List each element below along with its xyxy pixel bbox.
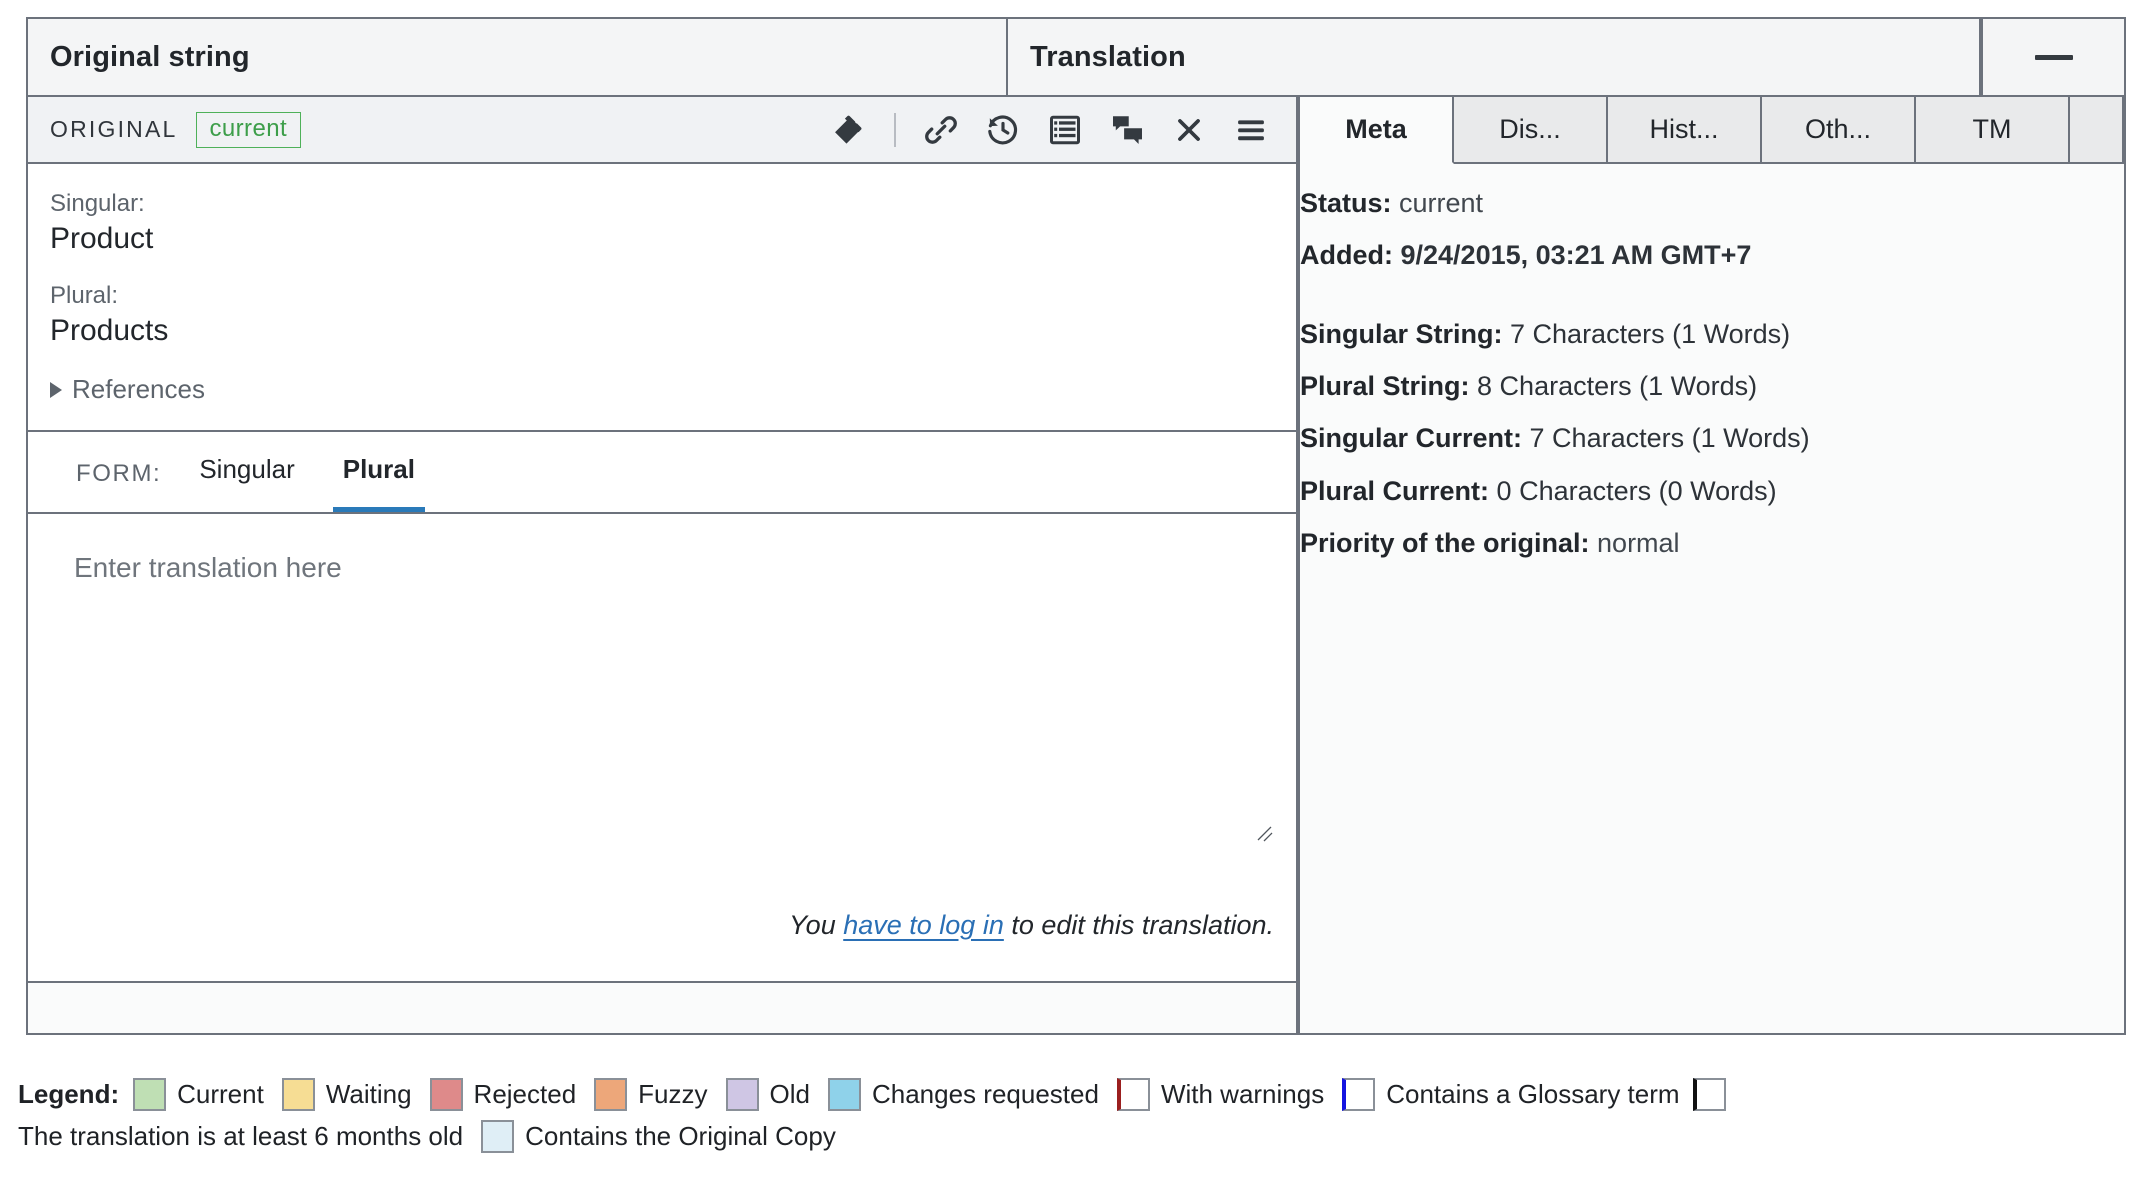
chevron-right-icon: [50, 381, 62, 398]
translation-editor[interactable]: Enter translation here You have to log i…: [28, 514, 1296, 983]
legend-swatch-rejected: [429, 1078, 463, 1111]
meta-key-status: Status:: [1300, 188, 1392, 218]
comments-icon[interactable]: [1096, 102, 1158, 158]
translation-editor-screen: Original string Translation ORIGINAL cur…: [0, 0, 2152, 1182]
minimize-icon: [2034, 54, 2073, 60]
original-string-panel: ORIGINAL current Singular: Product Plura…: [26, 97, 1298, 1035]
meta-key-plural-string: Plural String:: [1300, 370, 1470, 401]
singular-label: Singular:: [50, 190, 145, 217]
references-label: References: [72, 374, 205, 404]
meta-panel: Meta Dis... Hist... Oth... TM Status: cu…: [1298, 97, 2126, 1035]
meta-row-plural-string: Plural String: 8 Characters (1 Words): [1300, 367, 2124, 405]
meta-row-singular-string: Singular String: 7 Characters (1 Words): [1300, 315, 2124, 353]
minimize-button[interactable]: [1981, 17, 2126, 97]
meta-key-singular-string: Singular String:: [1300, 318, 1503, 349]
meta-row-status: Status: current: [1300, 184, 2124, 222]
panel-headers: Original string Translation: [26, 17, 2126, 97]
meta-key-plural-current: Plural Current:: [1300, 475, 1490, 506]
legend: Legend: Current Waiting Rejected Fuzzy O…: [18, 1078, 2138, 1153]
meta-value-singular-string: 7 Characters (1 Words): [1510, 318, 1791, 349]
plural-label: Plural:: [50, 282, 119, 309]
original-strings: Singular: Product Plural: Products Refer…: [28, 164, 1296, 432]
legend-label-with-warnings: With warnings: [1160, 1078, 1325, 1109]
translation-title: Translation: [1030, 40, 1186, 73]
translation-input-placeholder: Enter translation here: [74, 552, 342, 583]
status-badge: current: [195, 111, 302, 148]
legend-swatch-glossary-term: [1342, 1078, 1376, 1111]
login-required-note: You have to log in to edit this translat…: [789, 910, 1274, 941]
plural-value: Products: [50, 314, 169, 347]
meta-value-status: current: [1399, 188, 1484, 218]
legend-swatch-with-warnings: [1116, 1078, 1150, 1111]
tab-history[interactable]: Hist...: [1608, 97, 1762, 162]
tab-tm[interactable]: TM: [1916, 97, 2070, 162]
tab-meta[interactable]: Meta: [1300, 97, 1454, 164]
legend-label-old: Old: [769, 1078, 810, 1109]
meta-key-priority: Priority of the original:: [1300, 527, 1590, 558]
legend-label-six-months-old: The translation is at least 6 months old: [18, 1120, 464, 1151]
toolbar-icons: [818, 102, 1282, 158]
meta-content: Status: current Added: 9/24/2015, 03:21 …: [1300, 164, 2124, 576]
meta-row-singular-current: Singular Current: 7 Characters (1 Words): [1300, 419, 2124, 457]
legend-title: Legend:: [18, 1078, 120, 1109]
form-tab-singular[interactable]: Singular: [189, 454, 304, 512]
legend-swatch-original-copy: [481, 1120, 515, 1153]
close-icon[interactable]: [1158, 102, 1220, 158]
toolbar-divider: [894, 112, 896, 147]
original-string-header: Original string: [26, 17, 1008, 97]
legend-line-2: The translation is at least 6 months old…: [18, 1120, 2138, 1153]
meta-value-priority: normal: [1597, 527, 1680, 558]
legend-swatch-waiting: [281, 1078, 315, 1111]
history-icon[interactable]: [972, 102, 1034, 158]
meta-key-added: Added:: [1300, 240, 1393, 271]
legend-label-fuzzy: Fuzzy: [638, 1078, 708, 1109]
translation-header: Translation: [1006, 17, 1981, 97]
legend-label-changes-requested: Changes requested: [871, 1078, 1099, 1109]
left-panel-footer: [28, 983, 1296, 1033]
legend-swatch-old: [725, 1078, 759, 1111]
references-toggle[interactable]: References: [50, 374, 1296, 405]
meta-key-singular-current: Singular Current:: [1300, 423, 1523, 454]
meta-spacer: [1300, 289, 2124, 315]
menu-icon[interactable]: [1220, 102, 1282, 158]
list-icon[interactable]: [1034, 102, 1096, 158]
legend-swatch-six-months-old: [1692, 1078, 1726, 1111]
link-icon[interactable]: [910, 102, 972, 158]
meta-value-singular-current: 7 Characters (1 Words): [1529, 423, 1810, 454]
log-in-link[interactable]: have to log in: [843, 910, 1004, 940]
meta-value-plural-string: 8 Characters (1 Words): [1477, 370, 1758, 401]
legend-swatch-fuzzy: [594, 1078, 628, 1111]
meta-panel-tabs: Meta Dis... Hist... Oth... TM: [1300, 97, 2124, 164]
form-label: FORM:: [76, 460, 162, 487]
tab-discussion[interactable]: Dis...: [1454, 97, 1608, 162]
meta-value-plural-current: 0 Characters (0 Words): [1496, 475, 1777, 506]
original-toolbar: ORIGINAL current: [28, 97, 1296, 164]
form-tabs-row: FORM: Singular Plural: [28, 432, 1296, 514]
legend-line-1: Legend: Current Waiting Rejected Fuzzy O…: [18, 1078, 2138, 1111]
resize-handle-icon[interactable]: [1254, 823, 1274, 843]
meta-row-plural-current: Plural Current: 0 Characters (0 Words): [1300, 472, 2124, 510]
meta-value-added: 9/24/2015, 03:21 AM GMT+7: [1400, 240, 1752, 271]
legend-swatch-changes-requested: [827, 1078, 861, 1111]
tag-icon[interactable]: [818, 102, 880, 158]
tabs-filler: [2070, 97, 2124, 162]
legend-label-waiting: Waiting: [325, 1078, 412, 1109]
original-string-title: Original string: [50, 40, 250, 73]
login-note-suffix: to edit this translation.: [1003, 910, 1274, 940]
singular-value: Product: [50, 222, 154, 255]
tab-other[interactable]: Oth...: [1762, 97, 1916, 162]
legend-label-original-copy: Contains the Original Copy: [525, 1120, 836, 1151]
legend-swatch-current: [133, 1078, 167, 1111]
original-label: ORIGINAL: [50, 116, 178, 142]
login-note-prefix: You: [789, 910, 844, 940]
legend-label-glossary-term: Contains a Glossary term: [1386, 1078, 1680, 1109]
form-tab-plural[interactable]: Plural: [332, 454, 425, 512]
legend-label-current: Current: [177, 1078, 264, 1109]
meta-row-priority: Priority of the original: normal: [1300, 524, 2124, 562]
legend-label-rejected: Rejected: [473, 1078, 577, 1109]
meta-row-added: Added: 9/24/2015, 03:21 AM GMT+7: [1300, 236, 2124, 274]
